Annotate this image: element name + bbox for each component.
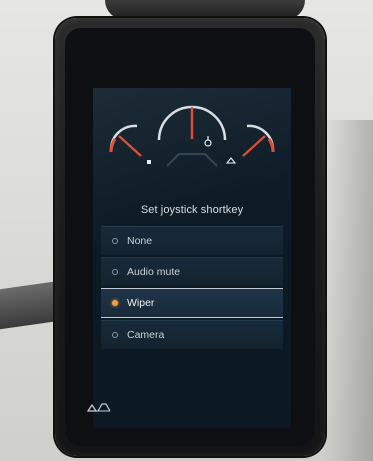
oil-icon	[225, 157, 237, 164]
left-gauge-needle	[118, 135, 142, 157]
center-gauge	[157, 105, 227, 167]
radio-icon	[112, 332, 118, 338]
option-label: Audio mute	[127, 266, 181, 278]
option-label: Wiper	[127, 297, 155, 309]
gauge-cluster	[109, 105, 275, 167]
right-gauge-needle	[242, 135, 266, 157]
radio-selected-icon	[112, 300, 118, 306]
option-audio-mute[interactable]: Audio mute	[101, 257, 283, 286]
option-label: None	[127, 235, 153, 247]
shortkey-options-list: None Audio mute Wiper Camera	[101, 226, 283, 351]
center-gauge-base	[166, 153, 218, 167]
engine-temp-icon	[204, 139, 212, 147]
right-gauge	[225, 124, 275, 164]
left-gauge	[109, 124, 151, 164]
fuel-icon	[147, 160, 151, 164]
background-shadow	[323, 120, 373, 461]
option-camera[interactable]: Camera	[101, 320, 283, 349]
option-none[interactable]: None	[101, 226, 283, 255]
loader-arm-icon	[87, 403, 111, 412]
device-mount	[105, 0, 305, 20]
option-label: Camera	[127, 329, 165, 341]
option-wiper[interactable]: Wiper	[101, 288, 283, 318]
radio-icon	[112, 238, 118, 244]
background-rail	[0, 280, 60, 330]
screen-title: Set joystick shortkey	[140, 204, 244, 216]
radio-icon	[112, 269, 118, 275]
display-screen: Set joystick shortkey None Audio mute Wi…	[93, 88, 291, 428]
